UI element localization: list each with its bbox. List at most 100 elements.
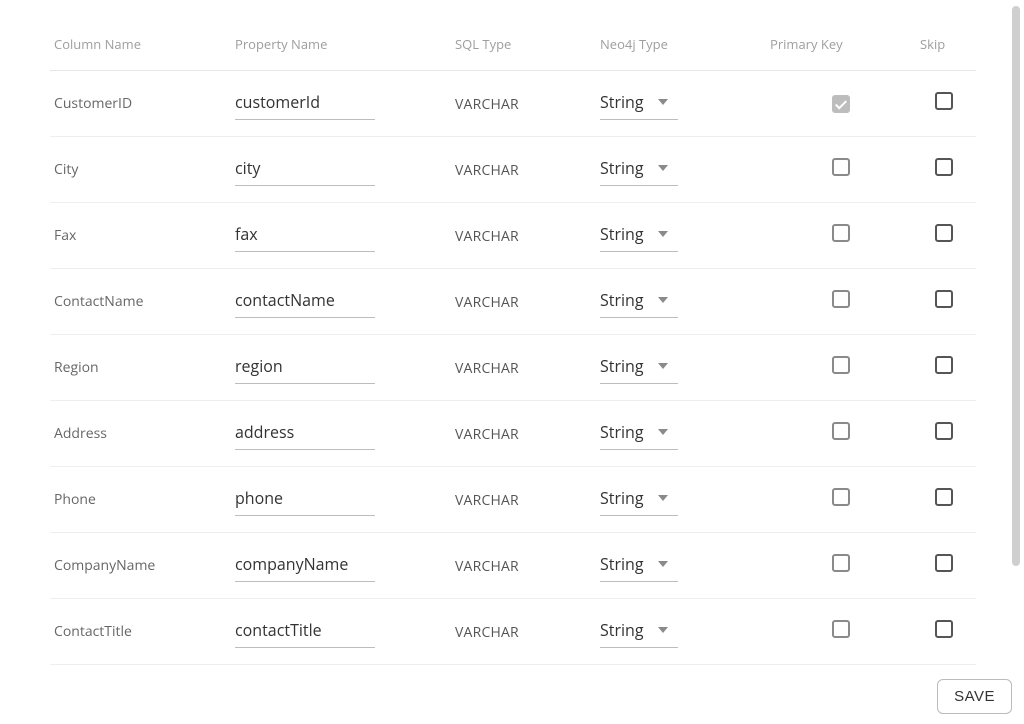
neo4j-type-select[interactable]: String: [600, 483, 678, 516]
neo4j-type-value: String: [600, 223, 644, 245]
cell-skip: [920, 599, 976, 665]
primary-key-checkbox[interactable]: [832, 158, 850, 176]
skip-checkbox[interactable]: [935, 422, 953, 440]
cell-sql-type: VARCHAR: [455, 533, 600, 599]
skip-checkbox[interactable]: [935, 290, 953, 308]
cell-skip: [920, 533, 976, 599]
save-button[interactable]: SAVE: [937, 679, 1012, 714]
property-name-input[interactable]: [235, 351, 375, 384]
cell-neo4j-type: String: [600, 599, 770, 665]
skip-checkbox[interactable]: [935, 554, 953, 572]
chevron-down-icon: [658, 561, 668, 567]
table-row: RegionVARCHARString: [50, 335, 976, 401]
skip-checkbox[interactable]: [935, 92, 953, 110]
neo4j-type-select[interactable]: String: [600, 153, 678, 186]
cell-sql-type: VARCHAR: [455, 665, 600, 676]
primary-key-checkbox[interactable]: [832, 95, 850, 113]
primary-key-checkbox[interactable]: [832, 488, 850, 506]
header-primary-key: Primary Key: [770, 36, 920, 71]
cell-primary-key: [770, 203, 920, 269]
property-name-input[interactable]: [235, 153, 375, 186]
cell-primary-key: [770, 137, 920, 203]
chevron-down-icon: [658, 165, 668, 171]
cell-column-name: Fax: [50, 203, 235, 269]
cell-column-name: Region: [50, 335, 235, 401]
chevron-down-icon: [658, 627, 668, 633]
skip-checkbox[interactable]: [935, 158, 953, 176]
cell-property-name: [235, 401, 455, 467]
cell-primary-key: [770, 335, 920, 401]
property-name-input[interactable]: [235, 615, 375, 648]
mapping-table: Column Name Property Name SQL Type Neo4j…: [50, 36, 976, 676]
cell-primary-key: [770, 665, 920, 676]
primary-key-checkbox[interactable]: [832, 620, 850, 638]
cell-property-name: [235, 137, 455, 203]
cell-column-name: City: [50, 137, 235, 203]
cell-neo4j-type: String: [600, 467, 770, 533]
cell-property-name: [235, 269, 455, 335]
primary-key-checkbox[interactable]: [832, 224, 850, 242]
property-name-input[interactable]: [235, 285, 375, 318]
chevron-down-icon: [658, 231, 668, 237]
neo4j-type-select[interactable]: String: [600, 351, 678, 384]
cell-primary-key: [770, 533, 920, 599]
cell-column-name: Address: [50, 401, 235, 467]
property-name-input[interactable]: [235, 417, 375, 450]
sql-type-value: VARCHAR: [455, 227, 519, 246]
chevron-down-icon: [658, 495, 668, 501]
table-row: CompanyNameVARCHARString: [50, 533, 976, 599]
neo4j-type-select[interactable]: String: [600, 219, 678, 252]
neo4j-type-select[interactable]: String: [600, 285, 678, 318]
cell-sql-type: VARCHAR: [455, 203, 600, 269]
cell-skip: [920, 137, 976, 203]
skip-checkbox[interactable]: [935, 620, 953, 638]
neo4j-type-select[interactable]: String: [600, 549, 678, 582]
chevron-down-icon: [658, 363, 668, 369]
cell-neo4j-type: String: [600, 269, 770, 335]
primary-key-checkbox[interactable]: [832, 290, 850, 308]
chevron-down-icon: [658, 99, 668, 105]
property-name-input[interactable]: [235, 87, 375, 120]
property-name-input[interactable]: [235, 549, 375, 582]
cell-neo4j-type: String: [600, 203, 770, 269]
primary-key-checkbox[interactable]: [832, 356, 850, 374]
skip-checkbox[interactable]: [935, 488, 953, 506]
property-name-input[interactable]: [235, 219, 375, 252]
cell-neo4j-type: String: [600, 665, 770, 676]
cell-property-name: [235, 665, 455, 676]
primary-key-checkbox[interactable]: [832, 554, 850, 572]
primary-key-checkbox[interactable]: [832, 422, 850, 440]
sql-type-value: VARCHAR: [455, 623, 519, 642]
scrollbar-thumb[interactable]: [1012, 6, 1020, 566]
skip-checkbox[interactable]: [935, 224, 953, 242]
table-row: City VARCHAR String: [50, 137, 976, 203]
cell-skip: [920, 335, 976, 401]
cell-column-name: Phone: [50, 467, 235, 533]
sql-type-value: VARCHAR: [455, 161, 519, 180]
neo4j-type-select[interactable]: String: [600, 87, 678, 120]
cell-sql-type: VARCHAR: [455, 467, 600, 533]
cell-skip: [920, 665, 976, 676]
cell-column-name: ContactTitle: [50, 599, 235, 665]
property-name-input[interactable]: [235, 483, 375, 516]
sql-type-value: VARCHAR: [455, 293, 519, 312]
sql-type-value: VARCHAR: [455, 425, 519, 444]
neo4j-type-value: String: [600, 619, 644, 641]
chevron-down-icon: [658, 297, 668, 303]
cell-neo4j-type: String: [600, 401, 770, 467]
cell-property-name: [235, 335, 455, 401]
header-sql-type: SQL Type: [455, 36, 600, 71]
neo4j-type-value: String: [600, 487, 644, 509]
table-row: Address VARCHAR String: [50, 401, 976, 467]
neo4j-type-select[interactable]: String: [600, 417, 678, 450]
header-property-name: Property Name: [235, 36, 455, 71]
cell-property-name: [235, 533, 455, 599]
scrollbar-track[interactable]: [1012, 6, 1020, 576]
neo4j-type-select[interactable]: String: [600, 615, 678, 648]
neo4j-type-value: String: [600, 91, 644, 113]
cell-primary-key: [770, 467, 920, 533]
cell-skip: [920, 203, 976, 269]
neo4j-type-value: String: [600, 553, 644, 575]
skip-checkbox[interactable]: [935, 356, 953, 374]
cell-primary-key: [770, 71, 920, 137]
